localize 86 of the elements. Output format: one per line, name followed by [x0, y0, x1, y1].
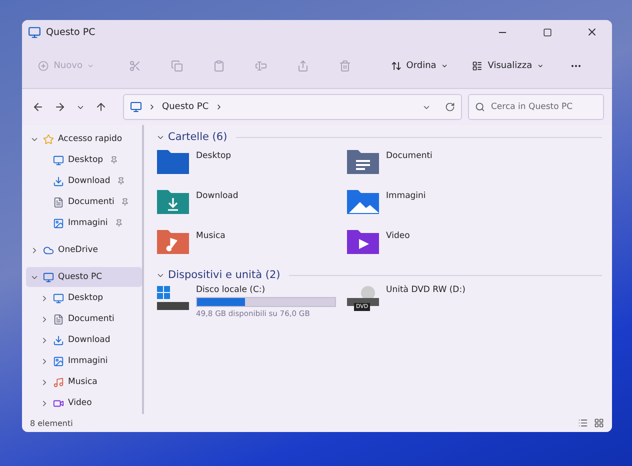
caret-icon [441, 62, 448, 70]
folder-label: Desktop [196, 151, 232, 161]
pin-icon[interactable] [110, 156, 118, 164]
folder-label: Musica [196, 231, 226, 241]
monitor-icon [130, 101, 142, 113]
pin-icon[interactable] [114, 219, 123, 227]
sidebar-label: Desktop [68, 293, 104, 303]
star-icon [43, 134, 54, 144]
tiles-view-icon[interactable] [594, 418, 604, 428]
sidebar-item[interactable]: Immagini [26, 351, 142, 371]
sidebar-label: Musica [68, 377, 98, 387]
desktop-icon [53, 292, 64, 304]
folder-label: Video [386, 231, 410, 241]
sidebar-item[interactable]: Desktop [26, 150, 142, 170]
document-icon [53, 196, 64, 208]
video-icon [53, 398, 64, 408]
folder-tile[interactable]: Download [156, 187, 346, 221]
arrow-left-icon [32, 101, 44, 113]
sidebar-item[interactable]: Documenti [26, 309, 142, 329]
sidebar-label: Documenti [68, 314, 114, 324]
chevron-right-icon[interactable] [40, 378, 49, 386]
monitor-icon [43, 272, 54, 282]
picture-icon [53, 218, 64, 228]
toolbar-button[interactable]: Ordina [384, 52, 454, 80]
search-icon [475, 102, 485, 112]
search-field[interactable]: Cerca in Questo PC [468, 94, 604, 120]
music-icon [53, 376, 64, 388]
address-bar[interactable]: Questo PC [123, 94, 462, 120]
document-icon [53, 314, 64, 324]
sidebar-item[interactable]: Video [26, 393, 142, 413]
sidebar-label: Download [68, 335, 110, 345]
drive-label: Unità DVD RW (D:) [386, 285, 466, 295]
cloud-icon [43, 244, 54, 256]
sidebar-label: Questo PC [58, 272, 102, 282]
sidebar-item[interactable]: Download [26, 171, 142, 191]
folder-label: Immagini [386, 191, 426, 201]
sidebar-label: OneDrive [58, 245, 98, 255]
details-view-icon[interactable] [578, 418, 588, 428]
folder-tile[interactable]: Immagini [346, 187, 536, 221]
breadcrumb[interactable]: Questo PC [162, 102, 209, 112]
item-count: 8 elementi [30, 418, 74, 428]
sidebar-label: Documenti [68, 197, 114, 207]
sidebar-label: Accesso rapido [58, 134, 122, 144]
sidebar-item[interactable]: Download [26, 330, 142, 350]
chevron-right-icon[interactable] [148, 103, 156, 111]
toolbar-button[interactable]: Visualizza [466, 52, 550, 80]
sidebar-item[interactable]: Accesso rapido [26, 129, 142, 149]
folder-tile[interactable]: Musica [156, 227, 346, 261]
close-icon [586, 26, 598, 38]
sidebar-item[interactable]: Questo PC [26, 267, 142, 287]
list-view-icon [472, 60, 483, 72]
maximize-icon [542, 28, 552, 36]
drive-icon [156, 285, 190, 313]
sidebar-label: Immagini [68, 356, 108, 366]
sidebar-label: Video [68, 398, 92, 408]
sidebar-item[interactable]: OneDrive [26, 240, 142, 260]
pin-icon[interactable] [117, 177, 126, 185]
sidebar-item[interactable]: Immagini [26, 213, 142, 233]
caret-icon [537, 62, 544, 70]
folder-tile[interactable]: Documenti [346, 147, 536, 181]
download-icon [53, 334, 64, 346]
picture-icon [53, 356, 64, 366]
download-icon [53, 176, 64, 186]
plus-circle-icon [38, 60, 49, 72]
sort-icon [390, 60, 402, 72]
caret-icon [87, 62, 95, 70]
section-title: Dispositivi e unità (2) [168, 269, 280, 281]
folder-label: Documenti [386, 151, 432, 161]
arrow-right-icon [54, 101, 66, 113]
sidebar-item[interactable]: Desktop [26, 288, 142, 308]
sidebar-label: Immagini [68, 218, 108, 228]
folder-tile[interactable]: Desktop [156, 147, 346, 181]
arrow-up-icon [95, 101, 107, 113]
folder-tile[interactable]: Video [346, 227, 536, 261]
window-title: Questo PC [46, 26, 96, 38]
pin-icon[interactable] [121, 198, 130, 206]
sidebar-item[interactable]: Musica [26, 372, 142, 392]
sidebar-label: Desktop [68, 155, 104, 165]
refresh-icon[interactable] [445, 102, 455, 112]
section-title: Cartelle (6) [168, 131, 228, 143]
sidebar-label: Download [68, 176, 110, 186]
drive-label: Disco locale (C:) [196, 285, 266, 295]
sidebar-item[interactable]: Documenti [26, 192, 142, 212]
monitor-icon [28, 26, 41, 38]
folder-label: Download [196, 191, 238, 201]
desktop-icon [53, 154, 64, 166]
